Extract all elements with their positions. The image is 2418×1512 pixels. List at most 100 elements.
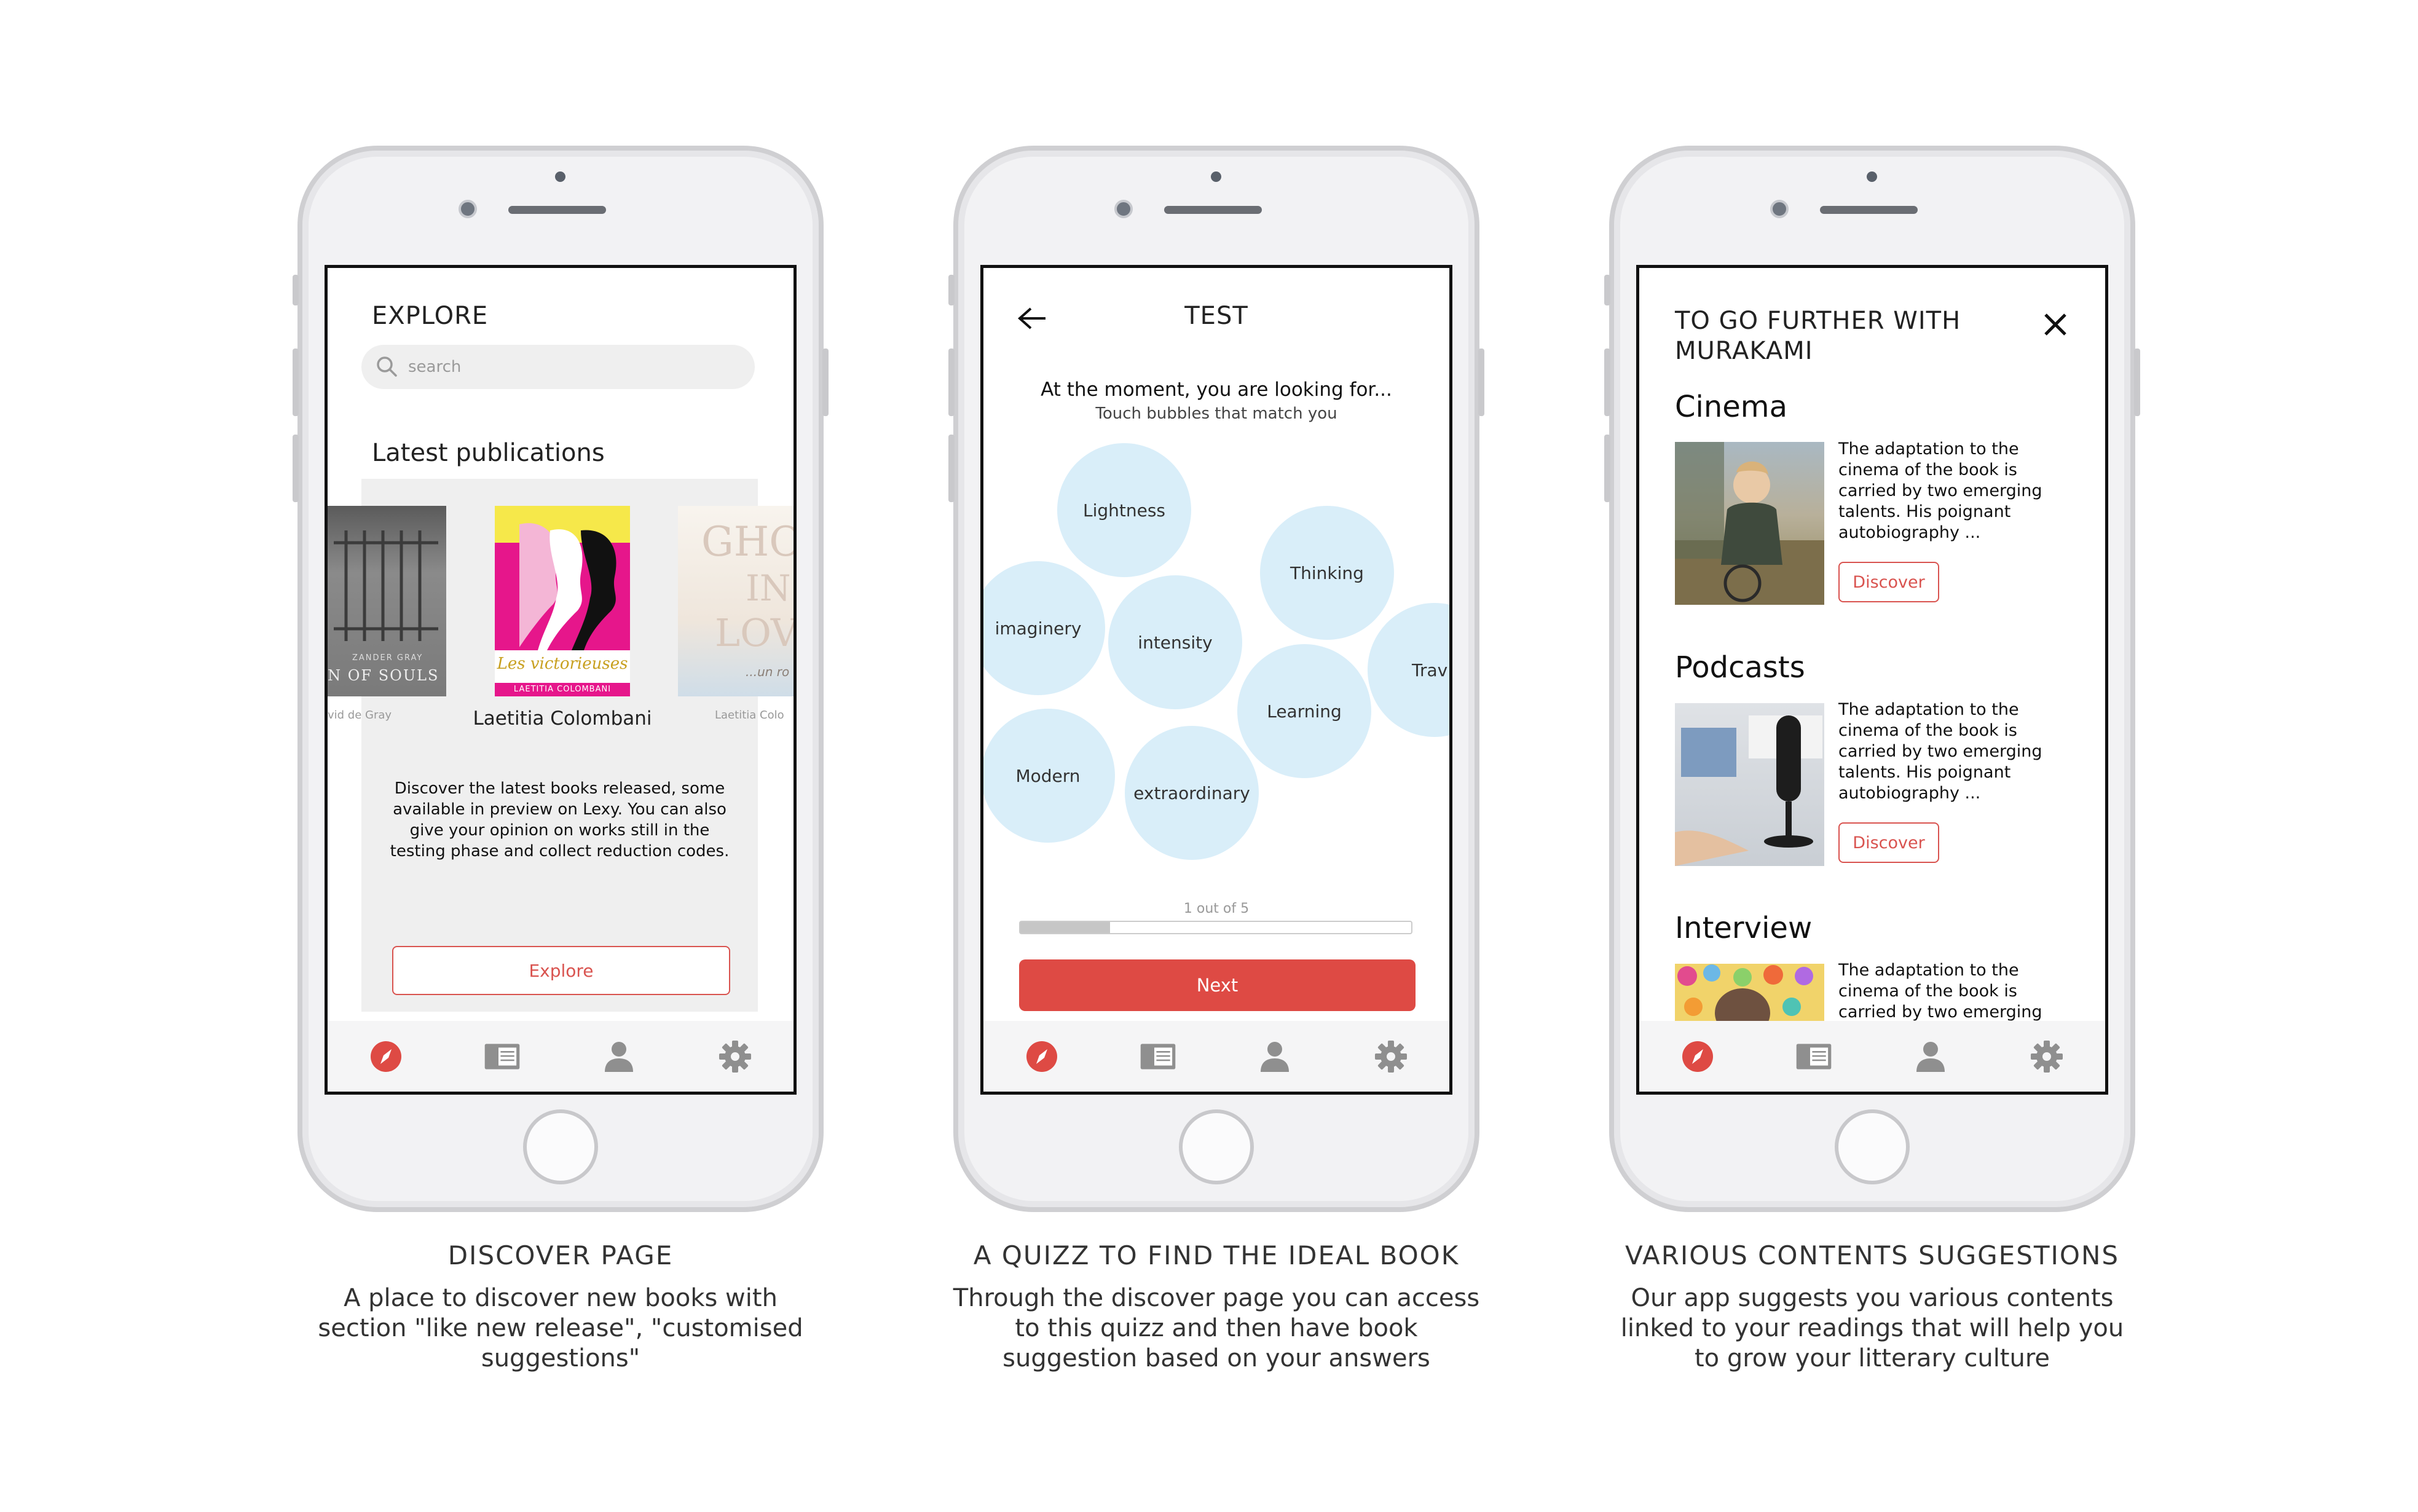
tab-profile[interactable] (601, 1038, 637, 1075)
explore-button[interactable]: Explore (392, 946, 730, 995)
tab-profile[interactable] (1256, 1038, 1293, 1075)
question-hint: Touch bubbles that match you (1095, 404, 1337, 423)
tab-explore[interactable] (368, 1038, 404, 1075)
bubble-option[interactable]: intensity (1108, 575, 1242, 709)
tab-settings[interactable] (2028, 1038, 2065, 1075)
front-sensor (1867, 171, 1877, 182)
phone-discover: EXPLORE search Latest publications ZANDE… (293, 146, 829, 1212)
section-title: Cinema (1675, 390, 1787, 424)
colorful-flowers-photo (1677, 964, 1813, 1025)
book-cover-title: SON OF SOULS (328, 667, 439, 684)
gear-icon (1375, 1040, 1408, 1073)
side-button (293, 435, 299, 502)
discover-button[interactable]: Discover (1838, 562, 1939, 602)
user-icon (1260, 1041, 1289, 1072)
podcast-thumbnail[interactable] (1675, 703, 1824, 866)
book-cover-title: LOVE (715, 610, 797, 655)
search-icon (377, 356, 397, 377)
gear-icon (2031, 1040, 2063, 1073)
book-author: Laetitia Colo (715, 709, 784, 722)
book-icon (1140, 1043, 1176, 1069)
bubble-option[interactable]: Learning (1237, 644, 1371, 778)
tab-bar (983, 1021, 1449, 1092)
compass-icon (370, 1041, 401, 1072)
section-description: The adaptation to the cinema of the book… (1838, 700, 2042, 803)
side-button (822, 348, 829, 416)
close-icon[interactable] (2042, 311, 2069, 338)
tab-profile[interactable] (1912, 1038, 1949, 1075)
book-cover-title: Les victorieuses (497, 655, 628, 673)
phone-further: TO GO FURTHER WITH MURAKAMI Cinema The a… (1604, 146, 2140, 1212)
book-icon (484, 1043, 520, 1069)
bubble-option[interactable]: extraordinary (1125, 726, 1259, 860)
user-icon (604, 1041, 633, 1072)
caption-title: VARIOUS CONTENTS SUGGESTIONS (1624, 1240, 2120, 1270)
screen: EXPLORE search Latest publications ZANDE… (325, 265, 797, 1095)
interview-thumbnail[interactable] (1675, 964, 1824, 1025)
discover-button[interactable]: Discover (1838, 822, 1939, 863)
page-title: EXPLORE (372, 302, 489, 330)
screen: TO GO FURTHER WITH MURAKAMI Cinema The a… (1636, 265, 2108, 1095)
tab-library[interactable] (484, 1038, 521, 1075)
caption-text: Our app suggests you various contents li… (1620, 1284, 2124, 1372)
home-button[interactable] (1179, 1109, 1254, 1184)
side-button (1478, 348, 1484, 416)
search-input[interactable]: search (361, 345, 755, 389)
speaker (508, 206, 606, 214)
next-button[interactable]: Next (1019, 959, 1416, 1011)
camera (459, 200, 477, 218)
bubble-option[interactable]: Thinking (1260, 506, 1394, 640)
side-button (948, 435, 955, 502)
compass-icon (1682, 1041, 1713, 1072)
caption-title: DISCOVER PAGE (447, 1240, 674, 1270)
gear-icon (719, 1040, 752, 1073)
side-button (293, 348, 299, 416)
camera (1114, 200, 1133, 218)
speaker (1820, 206, 1918, 214)
book-cover[interactable]: ZANDER GRAY SON OF SOULS (328, 506, 446, 696)
side-button (948, 348, 955, 416)
section-title: Interview (1675, 911, 1813, 945)
tab-bar (328, 1021, 794, 1092)
side-button (1604, 348, 1610, 416)
bubble-option[interactable]: imaginery (983, 561, 1105, 695)
section-title: Podcasts (1675, 650, 1805, 685)
tab-explore[interactable] (1679, 1038, 1716, 1075)
tab-library[interactable] (1795, 1038, 1832, 1075)
camera (1770, 200, 1789, 218)
home-button[interactable] (1835, 1109, 1910, 1184)
section-title: Latest publications (372, 439, 605, 467)
user-icon (1916, 1041, 1945, 1072)
tab-settings[interactable] (1372, 1038, 1409, 1075)
page-title: TEST (1184, 302, 1248, 330)
tab-library[interactable] (1140, 1038, 1176, 1075)
tab-explore[interactable] (1023, 1038, 1060, 1075)
book-cover[interactable]: Les victorieuses LAETITIA COLOMBANI (495, 506, 630, 696)
book-cover[interactable]: GHOS IN LOVE ...un ro (678, 506, 797, 696)
progress-bar (1019, 921, 1412, 934)
progress-fill (1020, 922, 1111, 933)
page-title: TO GO FURTHER WITH MURAKAMI (1675, 307, 1961, 365)
side-button (1604, 435, 1610, 502)
bubble-option[interactable]: Trav (1368, 603, 1449, 737)
cinema-thumbnail[interactable] (1675, 442, 1824, 605)
bubble-option[interactable]: Modern (983, 709, 1115, 843)
book-author: vid de Gray (328, 709, 392, 722)
tab-settings[interactable] (717, 1038, 754, 1075)
side-button (2134, 348, 2140, 416)
bubble-option[interactable]: Lightness (1057, 443, 1191, 577)
cyclist-photo (1675, 442, 1824, 605)
speaker (1164, 206, 1262, 214)
book-icon (1796, 1043, 1832, 1069)
book-cover-title: IN (746, 567, 791, 609)
caption-text: A place to discover new books with secti… (318, 1284, 803, 1372)
book-cover-title: GHOS (701, 518, 794, 565)
caption-title: A QUIZZ TO FIND THE IDEAL BOOK (973, 1240, 1460, 1270)
caption-text: Through the discover page you can access… (953, 1284, 1480, 1372)
screen: TEST At the moment, you are looking for.… (980, 265, 1452, 1095)
home-button[interactable] (523, 1109, 598, 1184)
microphone-photo (1675, 715, 1822, 866)
side-button (1604, 275, 1610, 305)
book-cover-author: ZANDER GRAY (352, 653, 423, 663)
book-cover-subtitle: ...un ro (746, 664, 790, 679)
